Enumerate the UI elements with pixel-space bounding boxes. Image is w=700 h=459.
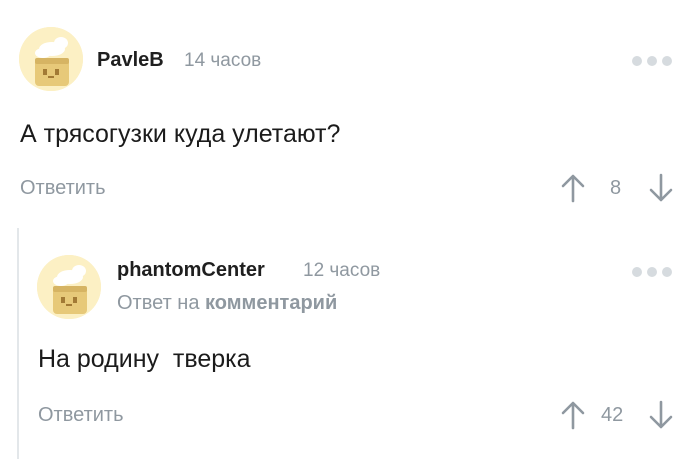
reply-to-link[interactable]: комментарий — [205, 292, 337, 314]
avatar[interactable] — [37, 255, 101, 319]
arrow-up-icon[interactable] — [560, 400, 586, 430]
arrow-down-icon[interactable] — [648, 400, 674, 430]
comment-text: На родину тверка — [38, 345, 251, 373]
comment-score: 42 — [601, 404, 624, 426]
username[interactable]: phantomCenter — [117, 259, 265, 282]
reply-button[interactable]: Ответить — [38, 404, 124, 427]
reply-to-prefix: Ответ на — [117, 292, 200, 314]
reply-to: Ответ на комментарий — [117, 292, 337, 315]
reply-comment: phantomCenter 12 часов Ответ на коммента… — [0, 0, 700, 459]
more-dots-icon[interactable] — [632, 267, 672, 277]
comment-time: 12 часов — [303, 260, 381, 281]
default-avatar-icon — [37, 255, 101, 319]
